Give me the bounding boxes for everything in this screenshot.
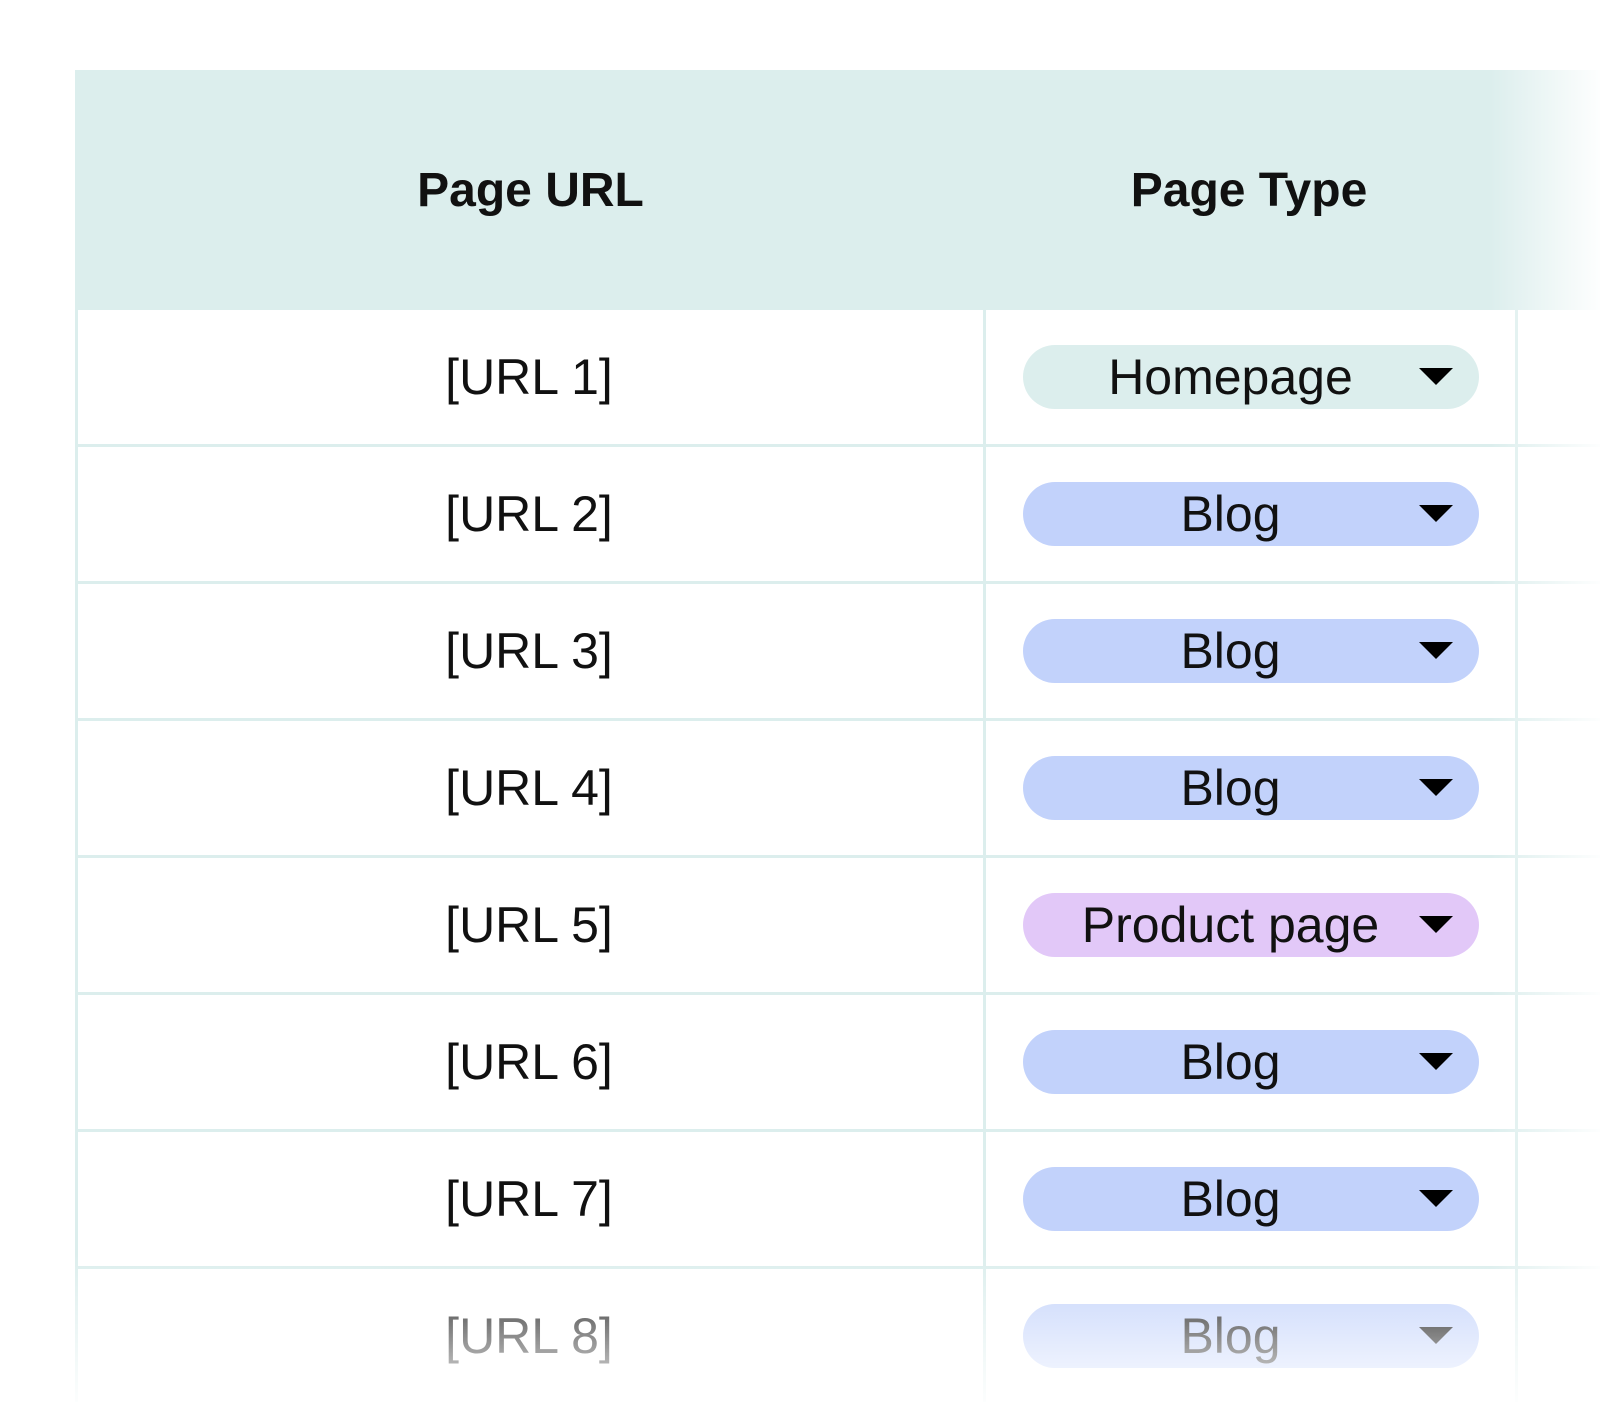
table-row: [URL 5] Product page — [78, 858, 1600, 995]
table-body: [URL 1] Homepage [URL 2] Blog [URL 3] Blog [UR… — [78, 310, 1600, 1402]
page-type-cell[interactable]: Product page — [983, 858, 1518, 992]
page-url-cell[interactable]: [URL 5] — [78, 858, 980, 992]
chevron-down-icon[interactable] — [1418, 779, 1453, 796]
page-type-cell[interactable]: Homepage — [983, 310, 1518, 444]
chevron-down-icon[interactable] — [1418, 1053, 1453, 1070]
table-row: [URL 6] Blog — [78, 995, 1600, 1132]
page-type-dropdown-label: Blog — [1180, 486, 1281, 542]
page-type-cell[interactable]: Blog — [983, 1132, 1518, 1266]
page-url-cell[interactable]: [URL 1] — [78, 310, 980, 444]
page-url-cell[interactable]: [URL 8] — [78, 1269, 980, 1402]
page-type-dropdown-label: Homepage — [1108, 349, 1353, 405]
column-header-page-type[interactable]: Page Type — [983, 70, 1515, 310]
page-type-dropdown-label: Product page — [1081, 897, 1380, 953]
table-row: [URL 3] Blog — [78, 584, 1600, 721]
chevron-down-icon[interactable] — [1418, 642, 1453, 659]
page-type-dropdown[interactable]: Homepage — [1022, 345, 1479, 409]
page-type-dropdown[interactable]: Blog — [1022, 482, 1479, 546]
column-header-page-url[interactable]: Page URL — [78, 70, 983, 310]
page-type-dropdown[interactable]: Blog — [1022, 619, 1479, 683]
table-row: [URL 2] Blog — [78, 447, 1600, 584]
page-type-dropdown-label: Blog — [1180, 1171, 1281, 1227]
table-row: [URL 8] Blog — [78, 1269, 1600, 1402]
page-url-cell[interactable]: [URL 2] — [78, 447, 980, 581]
page-type-table: Page URL Page Type [URL 1] Homepage [URL 2… — [75, 70, 1600, 1402]
table-row: [URL 4] Blog — [78, 721, 1600, 858]
chevron-down-icon[interactable] — [1418, 368, 1453, 385]
page-type-dropdown-label: Blog — [1180, 760, 1281, 816]
page-url-cell[interactable]: [URL 4] — [78, 721, 980, 855]
spreadsheet-view: Page URL Page Type [URL 1] Homepage [URL 2… — [0, 0, 1600, 1402]
page-type-dropdown-label: Blog — [1180, 1034, 1281, 1090]
page-type-dropdown[interactable]: Blog — [1022, 1304, 1479, 1368]
page-type-dropdown-label: Blog — [1180, 623, 1281, 679]
page-type-cell[interactable]: Blog — [983, 584, 1518, 718]
page-type-cell[interactable]: Blog — [983, 1269, 1518, 1402]
chevron-down-icon[interactable] — [1418, 1327, 1453, 1344]
page-type-dropdown[interactable]: Blog — [1022, 756, 1479, 820]
page-type-cell[interactable]: Blog — [983, 995, 1518, 1129]
page-type-cell[interactable]: Blog — [983, 447, 1518, 581]
page-url-cell[interactable]: [URL 7] — [78, 1132, 980, 1266]
chevron-down-icon[interactable] — [1418, 916, 1453, 933]
page-type-dropdown[interactable]: Product page — [1022, 893, 1479, 957]
table-row: [URL 7] Blog — [78, 1132, 1600, 1269]
chevron-down-icon[interactable] — [1418, 1190, 1453, 1207]
page-type-dropdown-label: Blog — [1180, 1308, 1281, 1364]
chevron-down-icon[interactable] — [1418, 505, 1453, 522]
page-type-dropdown[interactable]: Blog — [1022, 1167, 1479, 1231]
page-url-cell[interactable]: [URL 6] — [78, 995, 980, 1129]
table-row: [URL 1] Homepage — [78, 310, 1600, 447]
page-type-cell[interactable]: Blog — [983, 721, 1518, 855]
page-url-cell[interactable]: [URL 3] — [78, 584, 980, 718]
page-type-dropdown[interactable]: Blog — [1022, 1030, 1479, 1094]
table-header-row: Page URL Page Type — [78, 70, 1600, 310]
